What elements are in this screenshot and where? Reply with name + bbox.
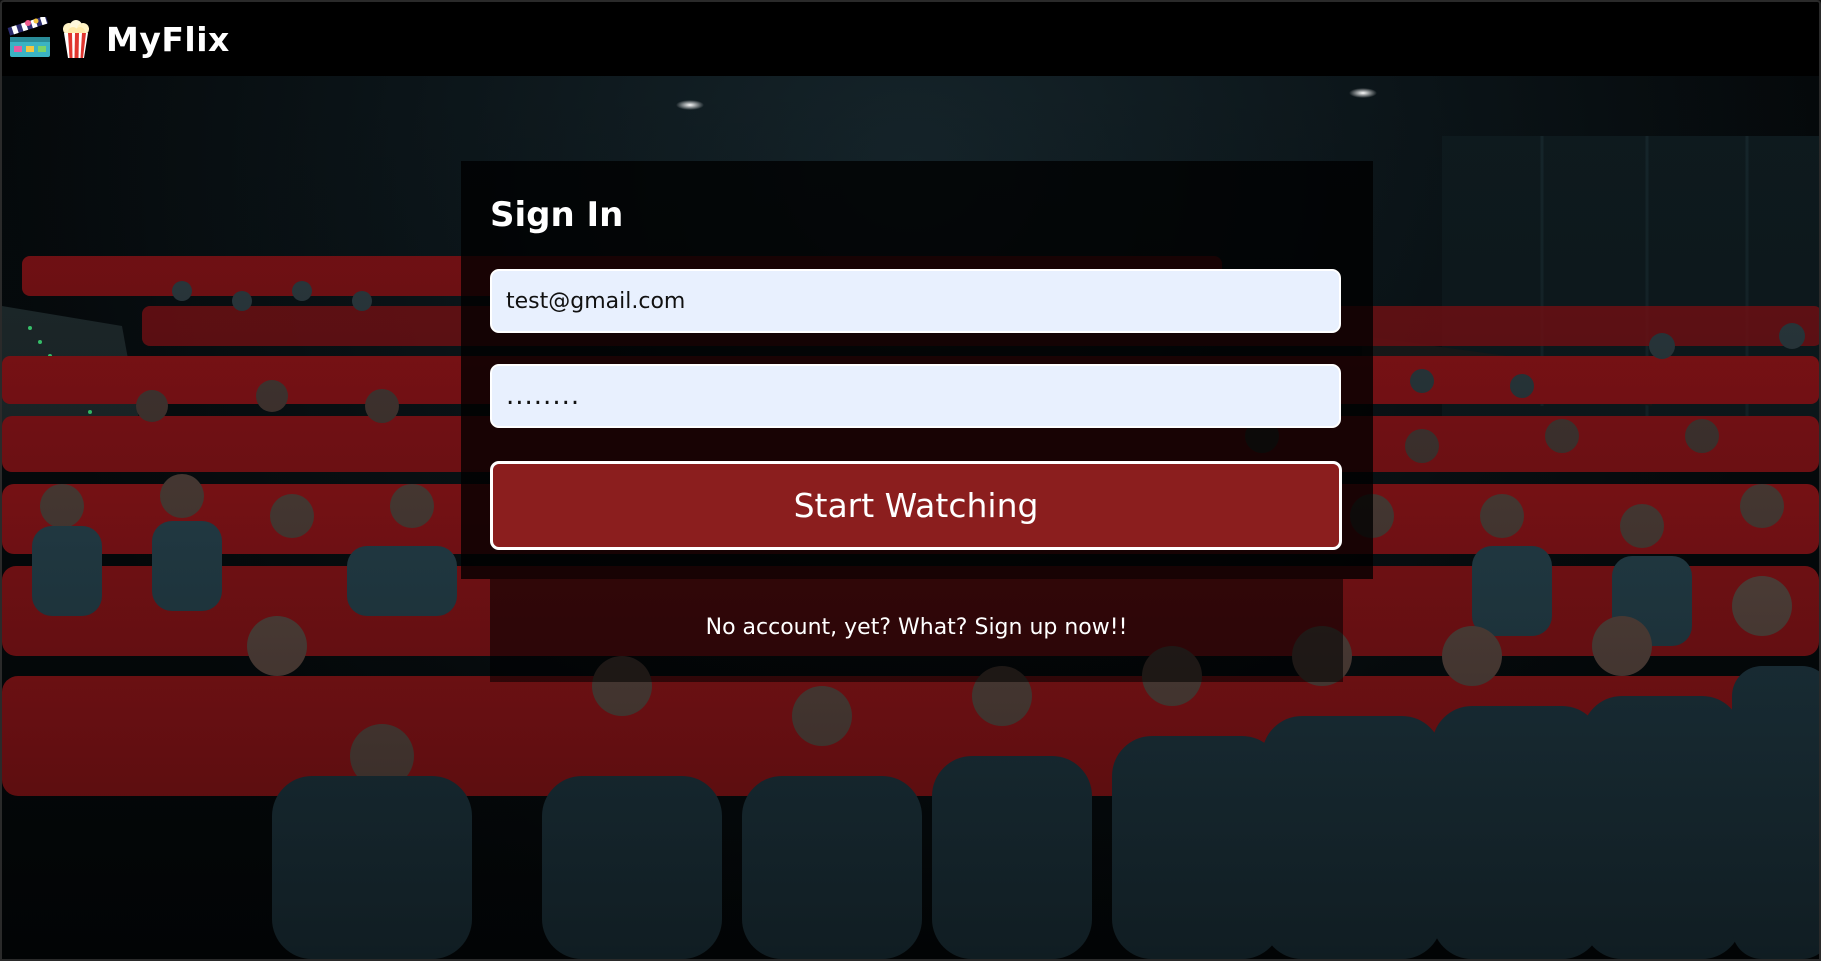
start-watching-button[interactable]: Start Watching <box>490 461 1342 550</box>
signin-title: Sign In <box>490 195 624 235</box>
signup-link[interactable]: No account, yet? What? Sign up now!! <box>490 615 1343 640</box>
logo <box>6 15 92 63</box>
brand-name: MyFlix <box>106 19 230 59</box>
password-input[interactable] <box>490 364 1341 428</box>
email-input[interactable] <box>490 269 1341 333</box>
signin-form: Sign In Start Watching <box>461 161 1373 579</box>
brand-link[interactable]: MyFlix <box>6 15 230 63</box>
signup-section: No account, yet? What? Sign up now!! <box>490 579 1343 682</box>
navbar: MyFlix <box>2 2 1819 76</box>
app-window: MyFlix Sign In test@gmail.com ........ S… <box>0 0 1821 961</box>
clapperboard-icon <box>7 17 50 57</box>
popcorn-icon <box>63 20 89 58</box>
